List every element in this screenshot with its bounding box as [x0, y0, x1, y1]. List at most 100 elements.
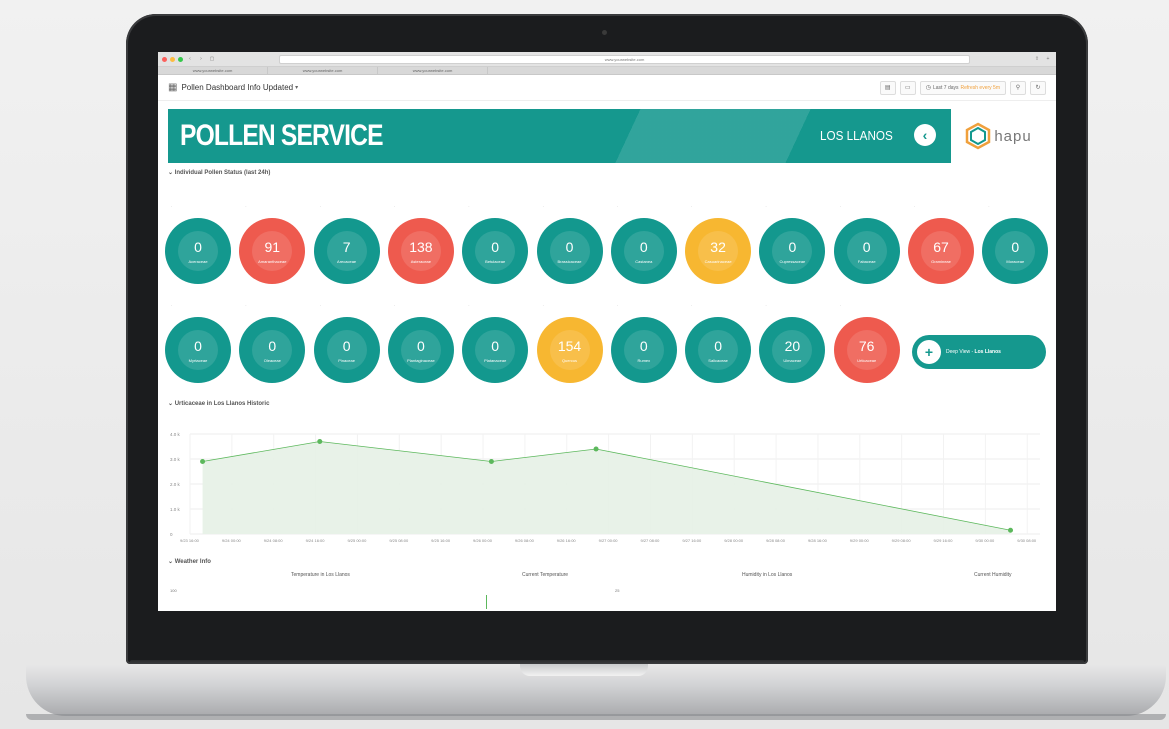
- pollen-name: Plantaginaceae: [407, 357, 435, 363]
- pollen-value: 0: [565, 238, 574, 255]
- pollen-value: 0: [491, 238, 500, 255]
- pollen-gauge[interactable]: 32 Casuarinaceae: [685, 218, 752, 284]
- y-tick-label: 4.0 k: [170, 432, 181, 437]
- x-tick-label: 9/28 00:00: [724, 538, 744, 543]
- pollen-name: Cupressaceae: [779, 258, 806, 264]
- weather-header: Humidity in Los Llanos: [742, 572, 793, 578]
- tv-mode-button[interactable]: ▭: [899, 80, 916, 95]
- pollen-gauge[interactable]: 0 Fabaceae: [833, 218, 900, 284]
- tick-mark: ·: [616, 303, 619, 308]
- x-tick-label: 9/26 16:00: [557, 538, 577, 543]
- temperature-marker: [486, 595, 487, 609]
- logo-hexagon-icon: [966, 122, 991, 150]
- tick-mark: ·: [245, 204, 247, 209]
- section-title: Weather Info: [174, 559, 211, 565]
- pollen-name: Ulmaceae: [783, 357, 802, 363]
- laptop-screen: ‹ › ▢ www.yourwebsite.com ⇧ + www.yourwe…: [158, 52, 1056, 611]
- pollen-value: 0: [194, 238, 202, 255]
- pollen-value: 67: [933, 238, 949, 255]
- pollen-name: Moraceae: [1006, 258, 1025, 264]
- deep-view-place: Los Llanos: [974, 349, 1001, 355]
- pollen-gauge[interactable]: 0 Rumex: [610, 317, 677, 383]
- weather-header: Temperature in Los Llanos: [291, 572, 350, 578]
- pollen-value: 91: [264, 238, 281, 255]
- pollen-gauge[interactable]: 0 Betulaceae: [462, 218, 529, 284]
- pollen-value: 0: [416, 337, 425, 354]
- pollen-value: 154: [557, 337, 582, 354]
- tick-mark: ·: [245, 303, 247, 308]
- laptop-camera: [602, 30, 607, 35]
- pollen-name: Betulaceae: [485, 258, 506, 264]
- pollen-gauge[interactable]: 0 Aceraceae: [165, 218, 231, 284]
- close-window-icon[interactable]: [162, 56, 167, 62]
- chevron-left-icon[interactable]: ‹: [914, 124, 936, 146]
- tick-mark: ·: [468, 303, 470, 308]
- tick-mark: ·: [468, 204, 470, 209]
- pollen-gauge[interactable]: 0 Salicaceae: [685, 317, 752, 383]
- pollen-gauge[interactable]: 7 Arecaceae: [313, 218, 380, 284]
- y-tick-label: 1.0 k: [170, 507, 181, 512]
- location-label: LOS LLANOS: [820, 128, 893, 143]
- browser-tab[interactable]: www.yourwebsite.com: [268, 67, 378, 74]
- sidebar-icon[interactable]: ▢: [208, 56, 216, 62]
- deep-view-prefix: Deep View -: [946, 349, 975, 355]
- maximize-window-icon[interactable]: [178, 56, 183, 62]
- dashboard-title[interactable]: Pollen Dashboard Info Updated: [181, 83, 293, 92]
- pollen-gauge[interactable]: 0 Brassicaceae: [536, 218, 603, 284]
- tick-mark: ·: [542, 303, 544, 308]
- pollen-gauge[interactable]: 67 Gramineae: [908, 218, 974, 284]
- save-icon: ▤: [884, 85, 891, 91]
- pollen-gauge[interactable]: 76 Urticaceae: [833, 317, 900, 383]
- pollen-gauge[interactable]: 0 Castanea: [610, 218, 677, 284]
- search-icon: ⚲: [1015, 85, 1021, 91]
- pollen-value: 0: [194, 337, 202, 354]
- pollen-gauge[interactable]: 20 Ulmaceae: [759, 317, 826, 383]
- pollen-gauge[interactable]: 0 Cupressaceae: [759, 218, 826, 284]
- deep-view-button[interactable]: + Deep View - Los Llanos: [912, 335, 1046, 369]
- pollen-gauge[interactable]: 0 Plantaginaceae: [387, 317, 454, 383]
- historic-area-chart: 0 1.0 k 2.0 k 3.0 k 4.0 k 9/23 16:00 9/24 00:0…: [170, 432, 1040, 543]
- new-tab-icon[interactable]: +: [1044, 56, 1052, 62]
- pollen-gauge[interactable]: 0 Platanaceae: [462, 317, 529, 383]
- pollen-gauge[interactable]: 0 Oleaceae: [239, 317, 306, 383]
- browser-chrome: ‹ › ▢ www.yourwebsite.com ⇧ +: [158, 52, 1056, 67]
- browser-tab[interactable]: www.yourwebsite.com: [158, 67, 268, 74]
- dashboard-grid-icon[interactable]: ▦: [168, 82, 177, 93]
- save-dashboard-button[interactable]: ▤: [879, 80, 896, 95]
- pollen-name: Brassicaceae: [557, 258, 582, 264]
- time-picker-button[interactable]: ◷ Last 7 days Refresh every 5m: [919, 80, 1006, 95]
- section-historic[interactable]: ⌄ Urticaceae in Los Llanos Historic: [168, 400, 269, 407]
- pollen-gauge[interactable]: 154 Quercus: [536, 317, 603, 383]
- pollen-gauge[interactable]: 138 Asteraceae: [387, 218, 454, 284]
- section-individual-pollen[interactable]: ⌄ Individual Pollen Status (last 24h): [168, 169, 1056, 176]
- pollen-value: 0: [1011, 238, 1020, 255]
- share-icon[interactable]: ⇧: [1033, 56, 1041, 62]
- pollen-gauge[interactable]: 0 Pinaceae: [313, 317, 380, 383]
- url-bar[interactable]: www.yourwebsite.com: [279, 54, 970, 64]
- pollen-value: 0: [491, 337, 500, 354]
- back-icon[interactable]: ‹: [186, 56, 194, 62]
- section-weather[interactable]: ⌄ Weather Info: [168, 558, 211, 565]
- pollen-gauge[interactable]: 0 Moraceae: [982, 218, 1049, 284]
- pollen-value: 0: [268, 337, 277, 354]
- minimize-window-icon[interactable]: [170, 56, 175, 62]
- data-point: [593, 446, 599, 452]
- x-tick-label: 9/24 00:00: [222, 538, 242, 543]
- refresh-button[interactable]: ↻: [1030, 80, 1046, 95]
- forward-icon[interactable]: ›: [197, 56, 205, 62]
- refresh-icon: ↻: [1035, 85, 1041, 91]
- browser-tab[interactable]: www.yourwebsite.com: [378, 67, 488, 74]
- banner-stripe: [598, 109, 998, 163]
- laptop-foot: [26, 714, 1166, 720]
- pollen-value: 76: [858, 337, 875, 354]
- x-tick-label: 9/25 08:00: [389, 538, 409, 543]
- time-range-label: Last 7 days: [932, 84, 959, 91]
- pollen-service-banner: POLLEN SERVICE LOS LLANOS ‹ hapu: [168, 109, 1046, 163]
- pollen-name: Oleaceae: [263, 357, 281, 363]
- pollen-gauge[interactable]: 91 Amaranthaceae: [239, 218, 306, 284]
- chevron-down-icon[interactable]: ▾: [295, 84, 298, 91]
- zoom-out-button[interactable]: ⚲: [1010, 80, 1026, 95]
- pollen-name: Urticaceae: [857, 357, 877, 363]
- pollen-gauge[interactable]: 0 Myrtaceae: [165, 317, 231, 383]
- x-tick-label: 9/25 16:00: [431, 538, 451, 543]
